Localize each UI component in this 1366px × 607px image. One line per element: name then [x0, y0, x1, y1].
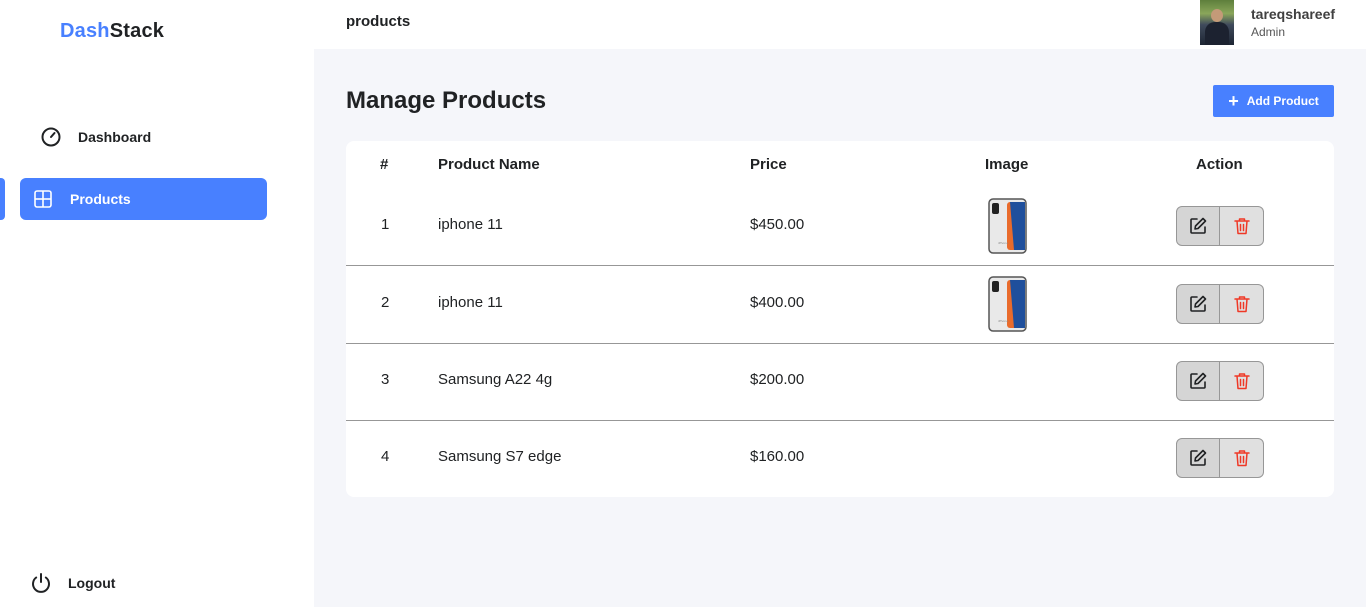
brand-logo[interactable]: DashStack [60, 20, 164, 43]
column-header-name: Product Name [438, 156, 540, 173]
products-table: # Product Name Price Image Action 1 ipho… [346, 141, 1334, 497]
table-row: 4 Samsung S7 edge $160.00 [346, 421, 1334, 497]
product-name: Samsung A22 4g [438, 371, 553, 388]
speedometer-icon [40, 126, 62, 148]
top-header: products tareqshareef Admin [314, 0, 1366, 49]
add-product-label: Add Product [1246, 94, 1319, 108]
delete-button[interactable] [1220, 361, 1264, 401]
edit-icon [1190, 449, 1207, 466]
user-profile[interactable]: tareqshareef Admin [1200, 0, 1335, 45]
delete-button[interactable] [1220, 206, 1264, 246]
row-actions [1176, 206, 1264, 246]
trash-icon [1233, 296, 1250, 313]
column-header-number: # [380, 156, 389, 173]
row-actions [1176, 361, 1264, 401]
product-price: $200.00 [750, 371, 805, 388]
edit-button[interactable] [1176, 284, 1220, 324]
power-icon [30, 572, 52, 594]
brand-logo-part1: Dash [60, 20, 110, 42]
product-image: iPhone [988, 276, 1027, 332]
trash-icon [1233, 373, 1250, 390]
sidebar-item-label: Products [70, 191, 131, 207]
svg-text:iPhone: iPhone [998, 319, 1008, 323]
edit-button[interactable] [1176, 438, 1220, 478]
column-header-image: Image [985, 156, 1029, 173]
trash-icon [1233, 218, 1250, 235]
edit-icon [1190, 295, 1207, 312]
product-name: iphone 11 [438, 216, 503, 233]
row-number: 2 [381, 294, 390, 311]
logout-button[interactable]: Logout [20, 562, 267, 604]
sidebar-item-label: Dashboard [78, 129, 152, 145]
avatar [1200, 0, 1234, 45]
table-row: 3 Samsung A22 4g $200.00 [346, 344, 1334, 421]
row-actions [1176, 438, 1264, 478]
page-title: Manage Products [346, 87, 547, 114]
main-content: Manage Products + Add Product # Product … [314, 49, 1366, 607]
row-actions [1176, 284, 1264, 324]
plus-icon: + [1228, 91, 1239, 111]
brand-logo-part2: Stack [109, 20, 165, 42]
logout-label: Logout [68, 575, 116, 591]
sidebar-item-products[interactable]: Products [20, 178, 267, 220]
product-price: $160.00 [750, 448, 805, 465]
edit-button[interactable] [1176, 361, 1220, 401]
column-header-price: Price [750, 156, 787, 173]
sidebar-item-dashboard[interactable]: Dashboard [20, 116, 267, 158]
product-price: $400.00 [750, 294, 805, 311]
sidebar: DashStack Dashboard Products Logout [0, 0, 314, 607]
product-price: $450.00 [750, 216, 805, 233]
table-header: # Product Name Price Image Action [346, 141, 1334, 189]
product-name: iphone 11 [438, 294, 503, 311]
table-row: 1 iphone 11 $450.00 iPhone [346, 189, 1334, 266]
row-number: 3 [381, 371, 390, 388]
table-row: 2 iphone 11 $400.00 iPhone [346, 267, 1334, 344]
column-header-action: Action [1196, 156, 1243, 173]
delete-button[interactable] [1220, 438, 1264, 478]
product-image: iPhone [988, 198, 1027, 254]
edit-button[interactable] [1176, 206, 1220, 246]
add-product-button[interactable]: + Add Product [1213, 85, 1334, 117]
edit-icon [1190, 372, 1207, 389]
grid-icon [32, 188, 54, 210]
edit-icon [1190, 217, 1207, 234]
row-number: 4 [381, 448, 390, 465]
user-role: Admin [1251, 25, 1286, 39]
row-number: 1 [381, 216, 390, 233]
active-indicator [0, 178, 5, 220]
user-name: tareqshareef [1251, 6, 1336, 22]
page-breadcrumb: products [346, 13, 411, 30]
svg-text:iPhone: iPhone [998, 241, 1008, 245]
trash-icon [1233, 450, 1250, 467]
product-name: Samsung S7 edge [438, 448, 562, 465]
delete-button[interactable] [1220, 284, 1264, 324]
